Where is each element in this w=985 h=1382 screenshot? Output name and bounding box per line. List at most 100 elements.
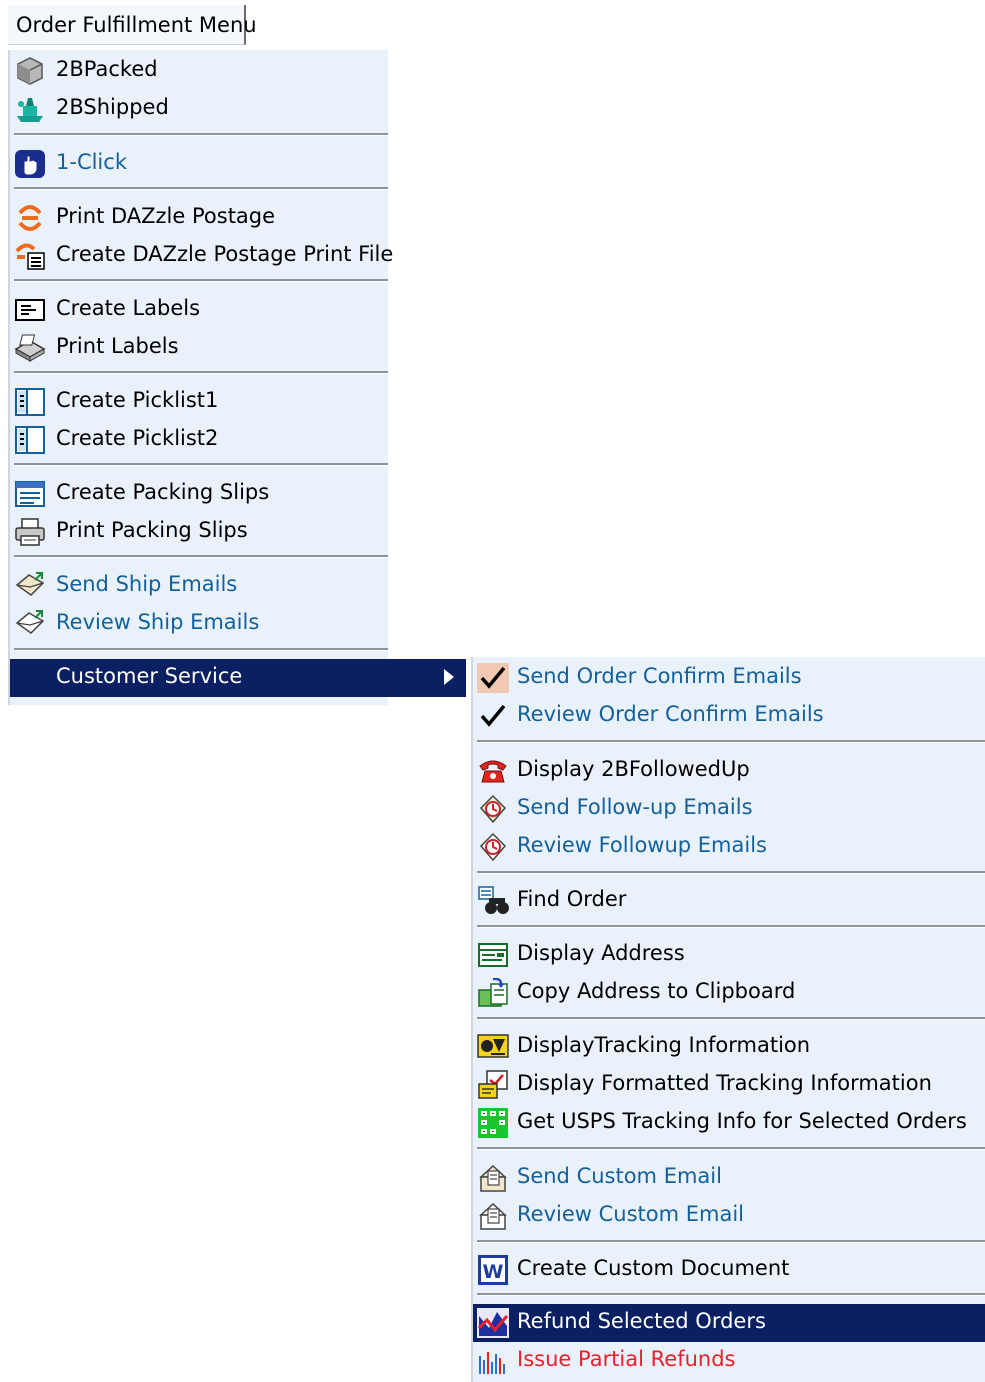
- menu-item-send-custom-email[interactable]: Send Custom Email: [473, 1159, 985, 1197]
- menu-item-copy-address-to-clipboard[interactable]: Copy Address to Clipboard: [473, 974, 985, 1012]
- menu-item-label: Get USPS Tracking Info for Selected Orde…: [517, 1109, 967, 1133]
- clipboard-icon: [477, 978, 509, 1008]
- menu-item-review-custom-email[interactable]: Review Custom Email: [473, 1197, 985, 1235]
- order-fulfillment-menu-button[interactable]: Order Fulfillment Menu: [8, 5, 257, 45]
- menu-item-label: Review Order Confirm Emails: [517, 702, 824, 726]
- dazzle-file-icon: [14, 241, 46, 271]
- menu-item-create-packing-slips[interactable]: Create Packing Slips: [10, 475, 388, 513]
- menu-item-get-usps-tracking-info[interactable]: Get USPS Tracking Info for Selected Orde…: [473, 1104, 985, 1142]
- menu-item-review-order-confirm-emails[interactable]: Review Order Confirm Emails: [473, 697, 985, 735]
- menu-item-label: Print Packing Slips: [56, 518, 248, 542]
- ship-icon: [14, 94, 46, 124]
- menu-separator: [477, 1293, 985, 1296]
- menu-item-label: Print Labels: [56, 334, 179, 358]
- menu-item-send-order-confirm-emails[interactable]: Send Order Confirm Emails: [473, 659, 985, 697]
- menu-item-refund-selected-orders[interactable]: Refund Selected Orders: [473, 1304, 985, 1342]
- menu-item-create-picklist2[interactable]: Create Picklist2: [10, 421, 388, 459]
- menu-item-label: DisplayTracking Information: [517, 1033, 811, 1057]
- menu-item-label: Review Ship Emails: [56, 610, 260, 634]
- menu-item-label: Display Address: [517, 941, 685, 965]
- menu-item-label: Print DAZzle Postage: [56, 204, 276, 228]
- tracking-icon: [477, 1032, 509, 1062]
- menu-item-review-followup-emails[interactable]: Review Followup Emails: [473, 828, 985, 866]
- custom-email-icon: [477, 1201, 509, 1231]
- address-icon: [477, 940, 509, 970]
- menu-item-label: Review Followup Emails: [517, 833, 767, 857]
- usps-icon: [477, 1108, 509, 1138]
- box-icon: [14, 56, 46, 86]
- menu-item-label: Display 2BFollowedUp: [517, 757, 750, 781]
- menu-item-label: Create Labels: [56, 296, 201, 320]
- menu-item-label: Create Picklist2: [56, 426, 219, 450]
- telephone-icon: [477, 756, 509, 786]
- binoculars-icon: [477, 886, 509, 916]
- menu-separator: [14, 463, 388, 466]
- printer-icon: [14, 333, 46, 363]
- menu-item-label: Create Custom Document: [517, 1256, 790, 1280]
- menu-item-display-tracking-information[interactable]: DisplayTracking Information: [473, 1028, 985, 1066]
- menu-item-review-ship-emails[interactable]: Review Ship Emails: [10, 605, 388, 643]
- followup-icon: [477, 832, 509, 862]
- word-document-icon: W: [477, 1255, 509, 1285]
- refund-icon: [477, 1308, 509, 1338]
- menu-item-label: Send Custom Email: [517, 1164, 722, 1188]
- packing-slip-icon: [14, 479, 46, 509]
- menu-separator: [477, 871, 985, 874]
- menu-item-2bpacked[interactable]: 2BPacked: [10, 52, 388, 90]
- menu-item-label: Send Follow-up Emails: [517, 795, 753, 819]
- menu-item-label: Issue Partial Refunds: [517, 1347, 736, 1371]
- menu-separator: [14, 187, 388, 190]
- followup-icon: [477, 794, 509, 824]
- email-icon: [14, 609, 46, 639]
- menu-separator: [14, 555, 388, 558]
- menu-item-label: Copy Address to Clipboard: [517, 979, 796, 1003]
- menu-separator: [477, 1017, 985, 1020]
- menu-item-label: 2BPacked: [56, 57, 158, 81]
- menu-item-label: Create DAZzle Postage Print File: [56, 242, 394, 266]
- picklist-icon: [14, 425, 46, 455]
- menu-item-send-follow-up-emails[interactable]: Send Follow-up Emails: [473, 790, 985, 828]
- menu-separator: [477, 1147, 985, 1150]
- menu-item-create-labels[interactable]: Create Labels: [10, 291, 388, 329]
- menu-item-create-custom-document[interactable]: W Create Custom Document: [473, 1251, 985, 1289]
- svg-text:W: W: [483, 1261, 504, 1283]
- menu-item-find-order[interactable]: Find Order: [473, 882, 985, 920]
- menu-item-label: Find Order: [517, 887, 627, 911]
- menu-item-display-address[interactable]: Display Address: [473, 936, 985, 974]
- menu-item-customer-service[interactable]: Customer Service: [10, 659, 466, 697]
- order-fulfillment-dropdown: 2BPacked 2BShipped 1-Click Print DAZzle …: [8, 50, 466, 705]
- submenu-arrow-icon: [444, 669, 454, 685]
- menu-item-print-labels[interactable]: Print Labels: [10, 329, 388, 367]
- formatted-tracking-icon: [477, 1070, 509, 1100]
- hand-icon: [14, 149, 46, 179]
- menu-item-send-ship-emails[interactable]: Send Ship Emails: [10, 567, 388, 605]
- menu-separator: [14, 279, 388, 282]
- menu-item-create-picklist1[interactable]: Create Picklist1: [10, 383, 388, 421]
- menu-separator: [14, 371, 388, 374]
- menu-item-label: Review Custom Email: [517, 1202, 744, 1226]
- custom-email-icon: [477, 1163, 509, 1193]
- menu-item-label: 2BShipped: [56, 95, 169, 119]
- menu-separator: [14, 648, 388, 651]
- menu-item-issue-partial-refunds[interactable]: Issue Partial Refunds: [473, 1342, 985, 1380]
- menu-item-print-dazzle-postage[interactable]: Print DAZzle Postage: [10, 199, 388, 237]
- menu-item-label: 1-Click: [56, 150, 127, 174]
- checkmark-icon: [477, 663, 509, 693]
- menu-item-display-formatted-tracking-information[interactable]: Display Formatted Tracking Information: [473, 1066, 985, 1104]
- customer-service-submenu: Send Order Confirm Emails Review Order C…: [471, 657, 985, 1382]
- menu-item-create-dazzle-print-file[interactable]: Create DAZzle Postage Print File: [10, 237, 393, 275]
- menu-item-label: Send Ship Emails: [56, 572, 238, 596]
- menu-item-1-click[interactable]: 1-Click: [10, 145, 388, 183]
- picklist-icon: [14, 387, 46, 417]
- menu-item-display-2bfollowedup[interactable]: Display 2BFollowedUp: [473, 752, 985, 790]
- dazzle-icon: [14, 203, 46, 233]
- menu-item-label: Display Formatted Tracking Information: [517, 1071, 932, 1095]
- email-icon: [14, 571, 46, 601]
- label-icon: [14, 295, 46, 325]
- menu-separator: [477, 740, 985, 743]
- menu-item-label: Send Order Confirm Emails: [517, 664, 802, 688]
- menu-item-print-packing-slips[interactable]: Print Packing Slips: [10, 513, 388, 551]
- partial-refund-icon: [477, 1346, 509, 1376]
- menu-separator: [14, 133, 388, 136]
- menu-item-2bshipped[interactable]: 2BShipped: [10, 90, 388, 128]
